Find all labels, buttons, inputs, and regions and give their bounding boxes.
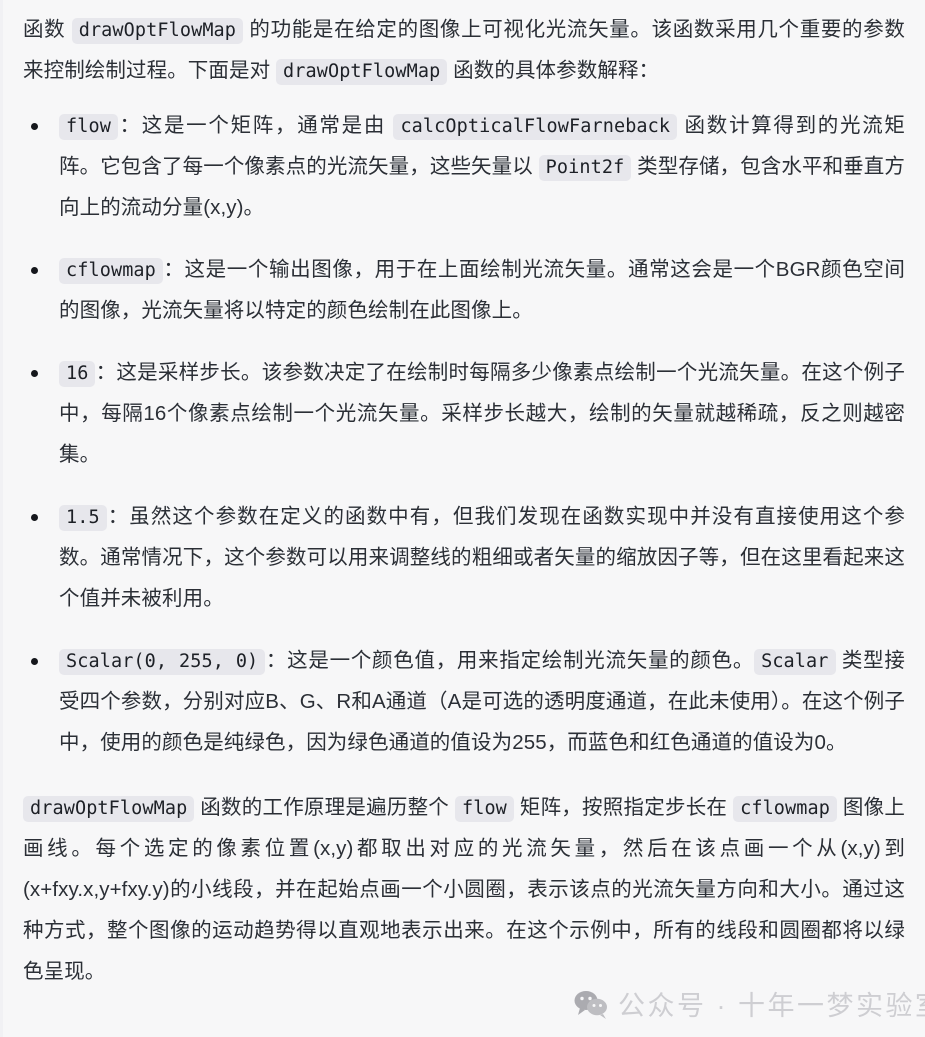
wechat-bubble-icon [573,989,609,1019]
intro-text-3: 函数的具体参数解释： [447,59,660,82]
code-token-drawoptflowmap-2: drawOptFlowMap [276,59,448,85]
closing-section: drawOptFlowMap 函数的工作原理是遍历整个 flow 矩阵，按照指定… [23,787,905,992]
code-token-drawoptflowmap-3: drawOptFlowMap [23,796,195,822]
list-item-step: 16 ：这是采样步长。该参数决定了在绘制时每隔多少像素点绘制一个光流矢量。在这个例… [23,352,905,475]
list-item-scale: 1.5 ：虽然这个参数在定义的函数中有，但我们发现在函数实现中并没有直接使用这个参… [23,496,905,619]
code-token-cflowmap: cflowmap [59,258,163,284]
code-token-scalar: Scalar [754,649,836,675]
parameter-list: flow ：这是一个矩阵，通常是由 calcOpticalFlowFarnebac… [23,105,905,763]
list-item-scale-text: ：虽然这个参数在定义的函数中有，但我们发现在函数实现中并没有直接使用这个参数。通… [59,505,905,610]
code-token-16: 16 [59,361,96,387]
page-root: 函数 drawOptFlowMap 的功能是在给定的图像上可视化光流矢量。该函数… [0,0,925,1037]
code-token-1-5: 1.5 [59,505,107,531]
closing-text-3: 图像上画线。每个选定的像素位置(x,y)都取出对应的光流矢量，然后在该点画一个从… [23,796,905,983]
list-item-step-text: ：这是采样步长。该参数决定了在绘制时每隔多少像素点绘制一个光流矢量。在这个例子中… [59,361,905,466]
code-token-drawoptflowmap-1: drawOptFlowMap [71,18,244,44]
list-item-flow: flow ：这是一个矩阵，通常是由 calcOpticalFlowFarnebac… [23,105,905,228]
closing-text-2: 矩阵，按照指定步长在 [513,796,734,819]
intro-text-1: 函数 [23,18,72,41]
list-item-cflowmap: cflowmap ：这是一个输出图像，用于在上面绘制光流矢量。通常这会是一个BGR… [23,249,905,331]
list-item-color: Scalar(0, 255, 0) ：这是一个颜色值，用来指定绘制光流矢量的颜色。… [23,640,905,763]
code-token-point2f: Point2f [538,155,632,181]
article-content: 函数 drawOptFlowMap 的功能是在给定的图像上可视化光流矢量。该函数… [3,0,925,992]
code-token-scalar-call: Scalar(0, 255, 0) [59,649,266,675]
code-token-flow: flow [59,114,118,140]
list-item-color-text-1: ：这是一个颜色值，用来指定绘制光流矢量的颜色。 [265,649,755,672]
code-token-flow-2: flow [454,796,514,822]
closing-paragraph: drawOptFlowMap 函数的工作原理是遍历整个 flow 矩阵，按照指定… [23,787,905,992]
intro-paragraph: 函数 drawOptFlowMap 的功能是在给定的图像上可视化光流矢量。该函数… [23,9,905,91]
list-item-cflowmap-text: ：这是一个输出图像，用于在上面绘制光流矢量。通常这会是一个BGR颜色空间的图像，… [59,258,905,322]
list-item-flow-text-1: ：这是一个矩阵，通常是由 [117,114,394,137]
code-token-cflowmap-2: cflowmap [733,796,837,822]
closing-text-1: 函数的工作原理是遍历整个 [194,796,455,819]
code-token-calcopticalflowfarneback: calcOpticalFlowFarneback [393,114,678,140]
